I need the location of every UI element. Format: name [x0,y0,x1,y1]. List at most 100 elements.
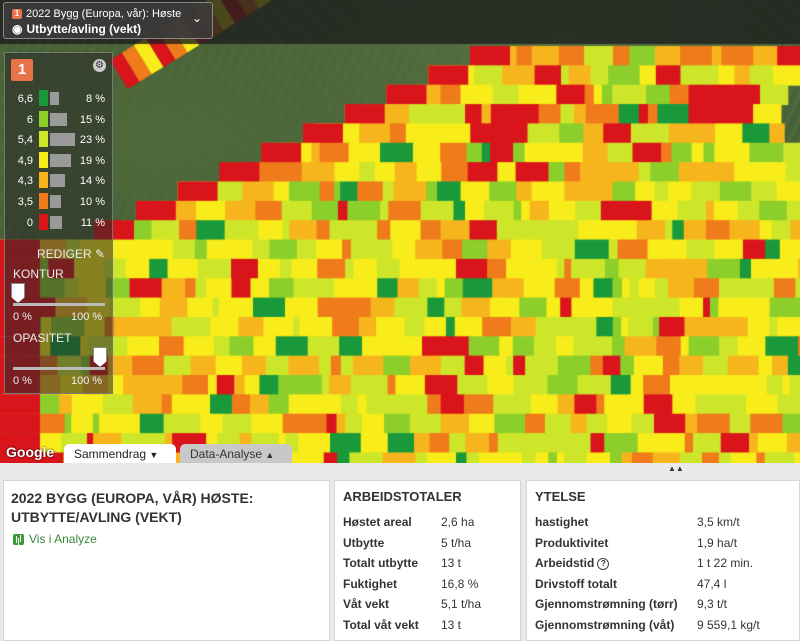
stat-value: 1,9 ha/t [697,535,738,550]
stat-row: Høstet areal 2,6 ha [343,515,512,535]
layer-title: Utbytte/avling (vekt) [26,22,142,36]
legend-row: 4,9 19 % [5,151,112,170]
stat-label-text: Totalt utbytte [343,556,419,570]
yield-heatmap [0,0,800,463]
contour-slider-handle[interactable] [11,283,25,303]
performance-panel: YTELSE hastighet 3,5 km/t Produktivitet 1,9… [526,480,800,641]
opacity-title: OPASITET [13,331,72,345]
opacity-slider-handle[interactable] [93,347,107,367]
legend-swatch [39,151,48,168]
stat-row: Fuktighet 16,8 % [343,577,512,597]
stat-row: Gjennomstrømning (tørr) 9,3 t/t [535,597,791,617]
stat-label-text: Produktivitet [535,535,609,550]
summary-title: 2022 BYGG (EUROPA, VÅR) HØSTE: UTBYTTE/A… [11,490,254,525]
opacity-slider-track[interactable] [13,367,105,370]
stat-label-text: Arbeidstid [535,556,595,570]
stat-label: Gjennomstrømning (tørr) [535,597,678,611]
stat-value: 13 t [441,556,462,570]
stat-label-text: Utbytte [343,535,385,550]
yield-map[interactable]: 1 2022 Bygg (Europa, vår): Høste ◉ Utbyt… [0,0,800,463]
legend-percent: 14 % [79,175,105,188]
stat-label-text: Fuktighet [343,576,397,591]
opacity-max: 100 % [71,375,103,387]
stat-label: Drivstoff totalt [535,577,617,591]
help-icon[interactable]: ? [597,557,610,570]
chevron-down-icon[interactable]: ⌄ [192,11,202,25]
stat-row: Produktivitet 1,9 ha/t [535,536,791,556]
legend-swatch [39,90,48,106]
stat-label-text: Høstet areal [343,515,412,529]
contour-slider-track[interactable] [13,303,105,306]
analyze-icon [13,533,24,545]
layer-selector-line1: 1 2022 Bygg (Europa, vår): Høste [12,8,181,20]
tab-summary[interactable]: Sammendrag ▼ [64,444,176,463]
legend-share-bar [50,92,59,105]
layer-badge: 1 [12,9,22,19]
edit-legend-button[interactable]: REDIGER ✎ [37,247,105,261]
legend-swatch [39,131,48,148]
stat-label-text: Total våt vekt [343,617,419,632]
contour-min: 0 % [13,311,32,323]
stat-row: Drivstoff totalt 47,4 l [535,577,791,597]
stat-label-text: Våt vekt [343,597,390,611]
layers-icon: ◉ [12,22,23,36]
stat-label-text: Gjennomstrømning (tørr) [535,597,678,611]
work-totals-title: ARBEIDSTOTALER [343,489,462,504]
legend-share-bar [50,195,61,208]
legend-row: 4,3 14 % [5,171,112,190]
legend-percent: 19 % [79,154,105,167]
legend-row: 3,5 10 % [5,192,112,211]
stat-row: hastighet 3,5 km/t [535,515,791,535]
legend-percent: 11 % [80,216,105,229]
stat-row: Utbytte 5 t/ha [343,536,512,556]
opacity-min: 0 % [13,375,32,387]
stat-label-text: hastighet [535,515,589,529]
legend-percent: 10 % [79,196,105,208]
summary-panel: 2022 BYGG (EUROPA, VÅR) HØSTE: UTBYTTE/A… [3,480,330,641]
stat-label: Våt vekt [343,597,389,611]
legend-badge: 1 [11,59,33,81]
legend-threshold: 5,4 [17,134,33,147]
view-in-analyze-label: Vis i Analyze [29,532,97,546]
stat-label: Gjennomstrømning (våt) [535,618,674,632]
legend-row: 6 15 % [5,110,112,129]
legend-row: 0 11 % [5,213,112,232]
legend-share-bar [50,133,75,147]
stat-value: 5,1 t/ha [441,597,482,611]
stat-value: 2,6 ha [441,515,475,529]
legend-panel: 1 ⚙ 6,6 8 % 6 15 % 5,4 23 % 4,9 19 % 4,3 14 % 3,5 1… [4,52,113,394]
panel-resize-handle[interactable]: ▲▲ [668,464,684,473]
stat-label: Total våt vekt [343,618,419,632]
stat-row: Totalt utbytte 13 t [343,556,512,576]
stat-value: 5 t/ha [441,535,472,550]
stat-label: Fuktighet [343,577,397,591]
layer-selector-line2: ◉ Utbytte/avling (vekt) [12,22,141,36]
legend-swatch [39,110,48,127]
stat-label: Totalt utbytte [343,556,418,570]
legend-share-bar [50,153,71,167]
stat-value: 9 559,1 kg/t [697,617,760,632]
layer-selector[interactable]: 1 2022 Bygg (Europa, vår): Høste ◉ Utbyt… [3,2,213,39]
stat-label: Produktivitet [535,536,608,550]
stat-label-text: Gjennomstrømning (våt) [535,617,675,632]
stat-label: hastighet [535,515,588,529]
settings-icon[interactable]: ⚙ [93,59,106,72]
legend-threshold: 4,3 [17,175,33,188]
view-in-analyze-link[interactable]: Vis i Analyze [13,532,97,546]
tab-data-analysis-label: Data-Analyse [190,447,263,461]
edit-label: REDIGER [37,247,92,261]
stat-value: 3,5 km/t [697,515,740,529]
legend-swatch [39,193,48,209]
legend-row: 5,4 23 % [5,130,112,149]
tab-data-analysis[interactable]: Data-Analyse ▲ [180,444,292,463]
pencil-icon: ✎ [95,247,106,261]
stat-value: 13 t [441,617,462,632]
legend-percent: 8 % [86,93,105,105]
legend-threshold: 6 [26,113,33,126]
stat-row: Våt vekt 5,1 t/ha [343,597,512,617]
contour-max: 100 % [71,311,103,323]
stat-value: 9,3 t/t [697,597,728,611]
operation-title: 2022 Bygg (Europa, vår): Høste [26,8,182,20]
legend-share-bar [50,174,65,188]
work-totals-panel: ARBEIDSTOTALER Høstet areal 2,6 ha Utbytte… [334,480,521,641]
